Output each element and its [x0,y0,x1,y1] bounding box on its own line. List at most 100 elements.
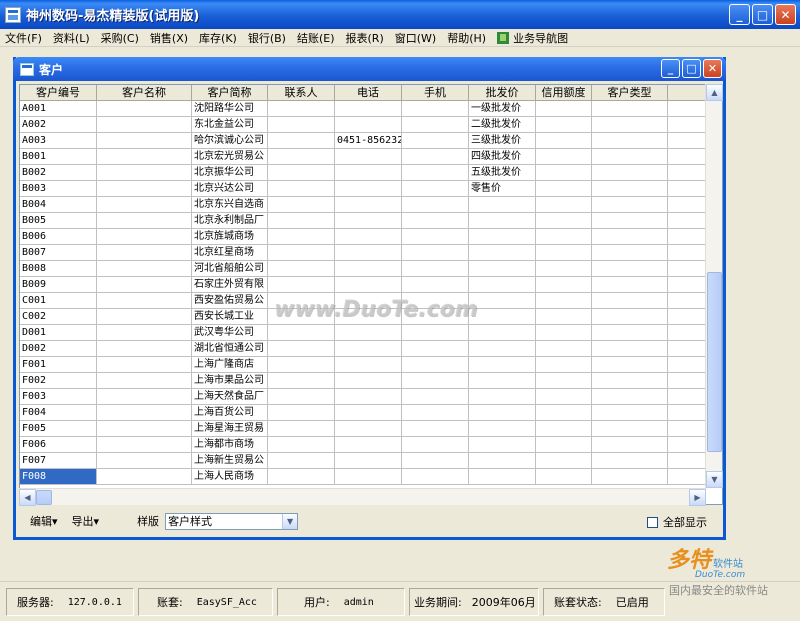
table-cell[interactable] [536,341,592,357]
table-cell[interactable] [402,469,469,485]
table-cell[interactable]: 北京红星商场 [192,245,268,261]
table-cell[interactable] [97,293,192,309]
horizontal-scrollbar[interactable]: ◀ ▶ [19,488,706,506]
table-cell[interactable] [592,165,668,181]
table-cell[interactable] [536,405,592,421]
table-row[interactable]: B003 北京兴达公司 零售价 [20,181,722,197]
table-cell[interactable] [335,357,402,373]
table-row[interactable]: A002 东北金益公司 二级批发价 [20,117,722,133]
table-cell[interactable] [335,437,402,453]
table-cell[interactable] [469,421,536,437]
table-cell[interactable]: 上海百货公司 [192,405,268,421]
table-cell[interactable] [335,373,402,389]
table-cell[interactable] [536,373,592,389]
menu-sales[interactable]: 销售(X) [150,30,188,46]
table-cell[interactable] [97,245,192,261]
table-cell[interactable] [268,325,335,341]
template-select[interactable]: 客户样式 ▼ [165,512,299,530]
scroll-right-icon[interactable]: ▶ [689,489,706,506]
table-cell[interactable] [536,421,592,437]
table-cell[interactable] [268,165,335,181]
table-cell[interactable] [97,165,192,181]
table-cell[interactable]: B005 [20,213,97,229]
table-cell[interactable] [97,101,192,117]
table-cell[interactable]: D002 [20,341,97,357]
table-cell[interactable] [97,149,192,165]
table-cell[interactable] [268,197,335,213]
table-cell[interactable] [335,117,402,133]
table-cell[interactable] [592,197,668,213]
table-cell[interactable] [335,149,402,165]
table-row[interactable]: F005 上海星海王贸易 [20,421,722,437]
table-cell[interactable] [402,277,469,293]
table-cell[interactable]: B009 [20,277,97,293]
table-cell[interactable] [97,133,192,149]
table-cell[interactable] [97,373,192,389]
table-cell[interactable] [335,469,402,485]
column-header[interactable]: 客户编号 [20,85,97,101]
table-cell[interactable] [469,437,536,453]
table-cell[interactable] [402,309,469,325]
table-row[interactable]: F002 上海市果品公司 [20,373,722,389]
table-cell[interactable] [335,325,402,341]
table-cell[interactable] [592,437,668,453]
table-cell[interactable] [592,325,668,341]
menu-reports[interactable]: 报表(R) [346,30,384,46]
scroll-left-icon[interactable]: ◀ [19,489,36,506]
table-cell[interactable] [335,245,402,261]
table-cell[interactable]: B008 [20,261,97,277]
table-cell[interactable] [592,357,668,373]
table-cell[interactable]: 上海都市商场 [192,437,268,453]
table-cell[interactable] [592,453,668,469]
table-cell[interactable] [335,277,402,293]
table-cell[interactable]: B001 [20,149,97,165]
vertical-scrollbar[interactable]: ▲ ▼ [705,84,723,488]
table-cell[interactable]: 零售价 [469,181,536,197]
table-cell[interactable] [469,261,536,277]
table-cell[interactable] [268,405,335,421]
table-cell[interactable] [335,197,402,213]
table-cell[interactable] [268,133,335,149]
table-cell[interactable]: 石家庄外贸有限 [192,277,268,293]
child-close-button[interactable]: ✕ [703,59,722,78]
table-cell[interactable] [536,149,592,165]
table-cell[interactable] [402,197,469,213]
table-cell[interactable] [402,261,469,277]
table-cell[interactable] [592,213,668,229]
table-cell[interactable] [592,149,668,165]
table-row[interactable]: B007 北京红星商场 [20,245,722,261]
table-cell[interactable] [268,437,335,453]
table-cell[interactable]: 上海广隆商店 [192,357,268,373]
table-cell[interactable] [335,293,402,309]
table-cell[interactable]: F007 [20,453,97,469]
table-cell[interactable]: F006 [20,437,97,453]
table-cell[interactable] [536,181,592,197]
table-cell[interactable] [97,229,192,245]
table-cell[interactable] [592,341,668,357]
table-cell[interactable] [335,405,402,421]
table-cell[interactable]: 武汉粤华公司 [192,325,268,341]
table-cell[interactable] [592,293,668,309]
maximize-button[interactable]: □ [752,4,773,25]
table-row[interactable]: F003 上海天然食品厂 [20,389,722,405]
menu-help[interactable]: 帮助(H) [447,30,486,46]
table-cell[interactable] [335,421,402,437]
table-cell[interactable] [402,149,469,165]
table-cell[interactable] [469,341,536,357]
table-cell[interactable] [97,197,192,213]
table-cell[interactable] [335,341,402,357]
table-cell[interactable] [469,325,536,341]
table-cell[interactable] [268,309,335,325]
table-cell[interactable] [592,277,668,293]
table-cell[interactable] [402,213,469,229]
table-cell[interactable] [97,325,192,341]
chevron-down-icon[interactable]: ▼ [282,513,298,529]
table-cell[interactable] [335,389,402,405]
table-cell[interactable] [536,357,592,373]
table-cell[interactable]: F004 [20,405,97,421]
table-row[interactable]: F004 上海百货公司 [20,405,722,421]
table-cell[interactable] [402,245,469,261]
table-cell[interactable]: B002 [20,165,97,181]
table-cell[interactable] [97,341,192,357]
table-cell[interactable]: 西安盈佑贸易公 [192,293,268,309]
